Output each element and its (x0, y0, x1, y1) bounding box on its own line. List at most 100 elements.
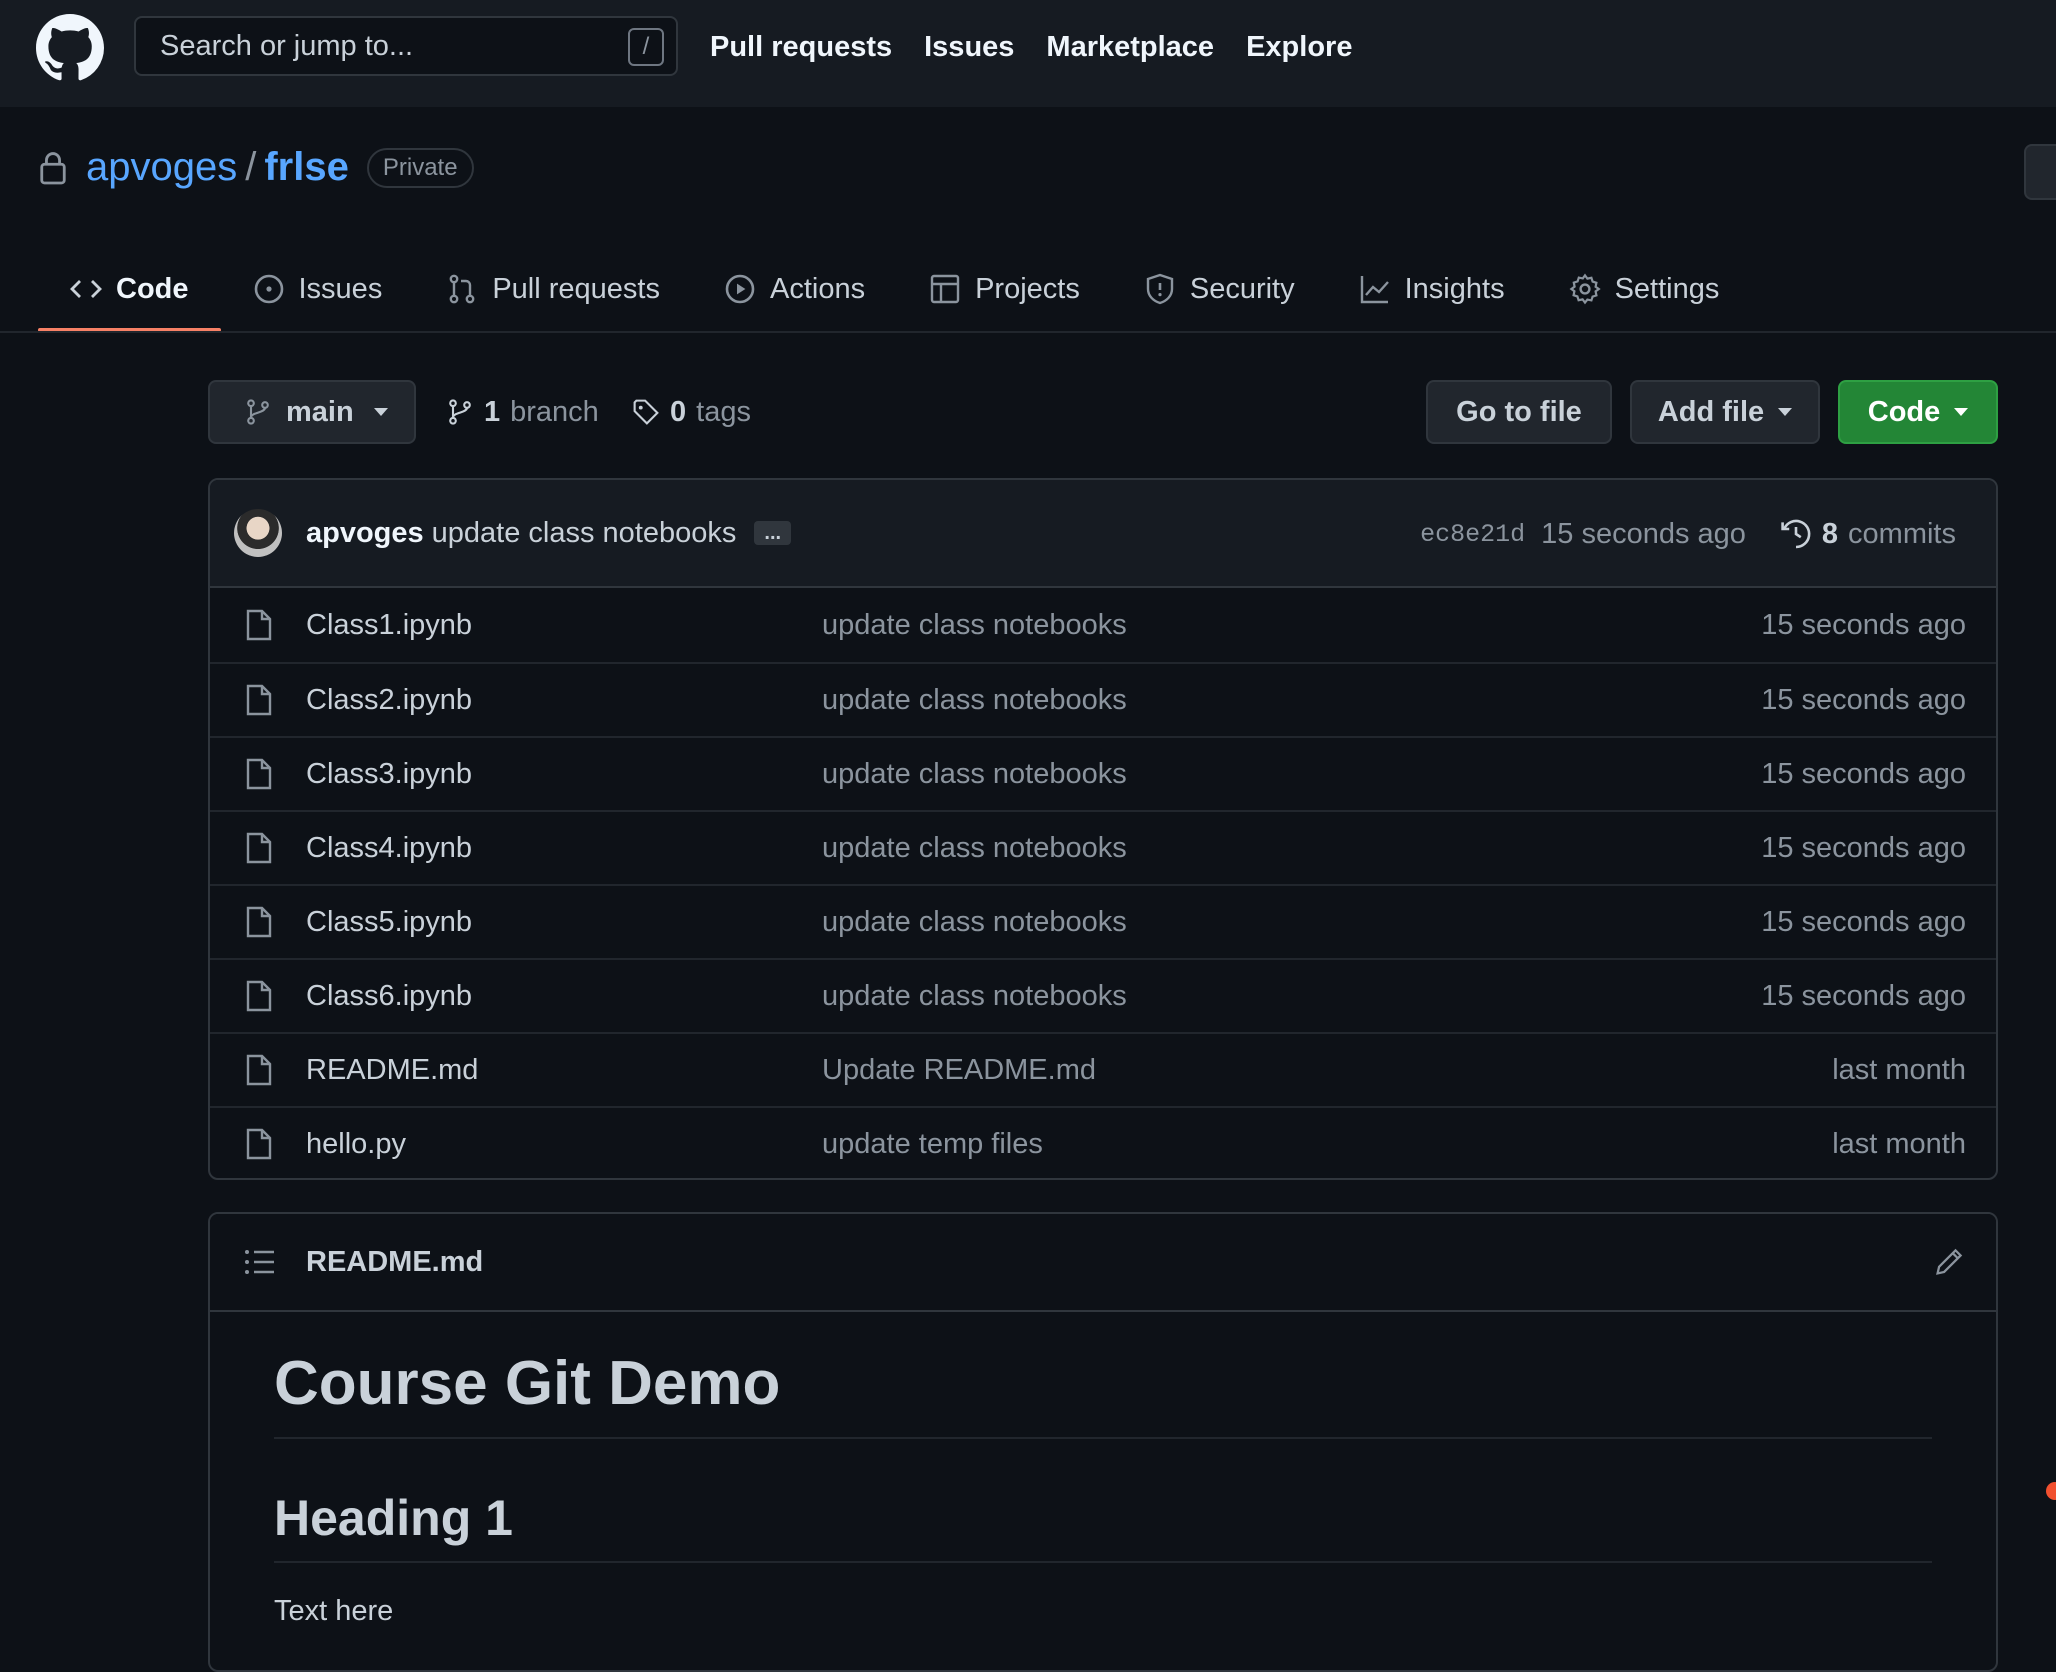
readme-header: README.md (210, 1214, 1996, 1312)
slash-shortcut-hint: / (628, 28, 664, 66)
commit-count-label: commits (1848, 517, 1956, 550)
commit-expand-button[interactable]: ... (754, 521, 792, 545)
commits-history-link[interactable]: 8 commits (1780, 518, 1956, 551)
tab-projects[interactable]: Projects (897, 246, 1112, 332)
tags-link[interactable]: 0 tags (632, 380, 751, 444)
code-button-label: Code (1867, 395, 1941, 428)
add-file-button[interactable]: Add file (1630, 380, 1820, 444)
file-name-link[interactable]: README.md (306, 1054, 478, 1087)
tab-settings-label: Settings (1614, 272, 1720, 305)
gear-icon (1569, 273, 1601, 305)
file-icon (246, 758, 272, 790)
tab-code-label: Code (116, 272, 189, 305)
file-name-link[interactable]: Class2.ipynb (306, 684, 472, 717)
commit-meta: ec8e21d 15 seconds ago 8 commits (1420, 480, 1956, 588)
search-input[interactable]: Search or jump to... / (134, 16, 678, 76)
commit-author-link[interactable]: apvoges (306, 517, 424, 550)
tab-pull-requests[interactable]: Pull requests (414, 246, 692, 332)
file-browser: apvoges update class notebooks ... ec8e2… (208, 478, 1998, 1180)
tabs-divider (0, 331, 2056, 333)
file-name-link[interactable]: hello.py (306, 1128, 406, 1161)
language-color-dot (2046, 1482, 2056, 1500)
branch-select-button[interactable]: main (208, 380, 416, 444)
commit-count: 8 (1821, 517, 1839, 550)
tab-code[interactable]: Code (38, 246, 221, 332)
file-name-link[interactable]: Class4.ipynb (306, 832, 472, 865)
table-row: Class2.ipynb update class notebooks 15 sec… (210, 662, 1996, 736)
github-logo-icon[interactable] (36, 14, 104, 82)
file-name-link[interactable]: Class5.ipynb (306, 906, 472, 939)
tab-insights[interactable]: Insights (1327, 246, 1537, 332)
commit-sha-link[interactable]: ec8e21d (1420, 520, 1525, 549)
code-dropdown-button[interactable]: Code (1838, 380, 1998, 444)
file-icon (246, 980, 272, 1012)
commit-age: 15 seconds ago (1541, 517, 1746, 550)
tag-icon (633, 399, 659, 425)
tag-count: 0 (670, 395, 687, 428)
file-name-link[interactable]: Class3.ipynb (306, 758, 472, 791)
avatar[interactable] (234, 509, 282, 557)
tab-actions[interactable]: Actions (692, 246, 897, 332)
table-row: README.md Update README.md last month (210, 1032, 1996, 1106)
tab-pull-requests-label: Pull requests (492, 272, 660, 305)
tab-issues-label: Issues (298, 272, 383, 305)
table-row: hello.py update temp files last month (210, 1106, 1996, 1178)
file-icon (246, 609, 272, 641)
readme-content: Course Git Demo Heading 1 Text here (210, 1312, 1996, 1664)
nav-explore[interactable]: Explore (1246, 31, 1352, 64)
branch-count: 1 (484, 395, 501, 428)
repo-owner-link[interactable]: apvoges (86, 145, 237, 190)
file-commit-age: 15 seconds ago (1761, 905, 1966, 938)
tab-insights-label: Insights (1404, 272, 1505, 305)
search-placeholder: Search or jump to... (160, 29, 414, 62)
file-icon (246, 832, 272, 864)
branch-label: branch (510, 395, 599, 428)
table-row: Class1.ipynb update class notebooks 15 sec… (210, 588, 1996, 662)
list-unordered-icon[interactable] (244, 1248, 276, 1276)
file-commit-message-link[interactable]: update class notebooks (822, 609, 1127, 642)
latest-commit-row: apvoges update class notebooks ... ec8e2… (210, 480, 1996, 588)
branches-link[interactable]: 1 branch (446, 380, 599, 444)
file-commit-message-link[interactable]: update class notebooks (822, 758, 1127, 791)
file-icon (246, 906, 272, 938)
go-to-file-button[interactable]: Go to file (1426, 380, 1612, 444)
repo-name-link[interactable]: frlse (264, 145, 349, 190)
repo-title: apvoges / frlse Private (38, 145, 474, 190)
tab-actions-label: Actions (769, 272, 866, 305)
code-icon (70, 280, 102, 298)
file-commit-message-link[interactable]: update class notebooks (822, 906, 1127, 939)
graph-icon (1360, 276, 1389, 304)
table-row: Class6.ipynb update class notebooks 15 sec… (210, 958, 1996, 1032)
file-name-link[interactable]: Class1.ipynb (306, 609, 472, 642)
pencil-icon[interactable] (1934, 1247, 1964, 1277)
file-commit-age: 15 seconds ago (1761, 831, 1966, 864)
table-icon (930, 274, 960, 304)
add-file-label: Add file (1657, 395, 1765, 428)
file-commit-message-link[interactable]: update temp files (822, 1128, 1043, 1161)
file-icon (246, 1054, 272, 1086)
readme-filename[interactable]: README.md (306, 1246, 483, 1279)
file-list: Class1.ipynb update class notebooks 15 sec… (210, 588, 1996, 1178)
table-row: Class5.ipynb update class notebooks 15 sec… (210, 884, 1996, 958)
file-commit-message-link[interactable]: update class notebooks (822, 684, 1127, 717)
file-commit-message-link[interactable]: update class notebooks (822, 832, 1127, 865)
readme-heading-1: Course Git Demo (274, 1348, 1932, 1439)
file-commit-age: 15 seconds ago (1761, 979, 1966, 1012)
nav-marketplace[interactable]: Marketplace (1046, 31, 1214, 64)
tab-security-label: Security (1189, 272, 1295, 305)
tab-issues[interactable]: Issues (221, 246, 415, 332)
commit-message-link[interactable]: update class notebooks (432, 517, 737, 550)
tab-security[interactable]: Security (1112, 246, 1327, 332)
lock-icon (40, 151, 66, 184)
nav-issues[interactable]: Issues (924, 31, 1014, 64)
file-commit-age: 15 seconds ago (1761, 683, 1966, 716)
file-commit-message-link[interactable]: Update README.md (822, 1054, 1096, 1087)
history-icon (1781, 519, 1811, 549)
tab-settings[interactable]: Settings (1537, 246, 1752, 332)
watch-button-clipped[interactable] (2024, 144, 2056, 200)
file-name-link[interactable]: Class6.ipynb (306, 980, 472, 1013)
tag-label: tags (696, 395, 751, 428)
file-commit-age: last month (1832, 1127, 1966, 1160)
file-commit-message-link[interactable]: update class notebooks (822, 980, 1127, 1013)
nav-pull-requests[interactable]: Pull requests (710, 31, 892, 64)
